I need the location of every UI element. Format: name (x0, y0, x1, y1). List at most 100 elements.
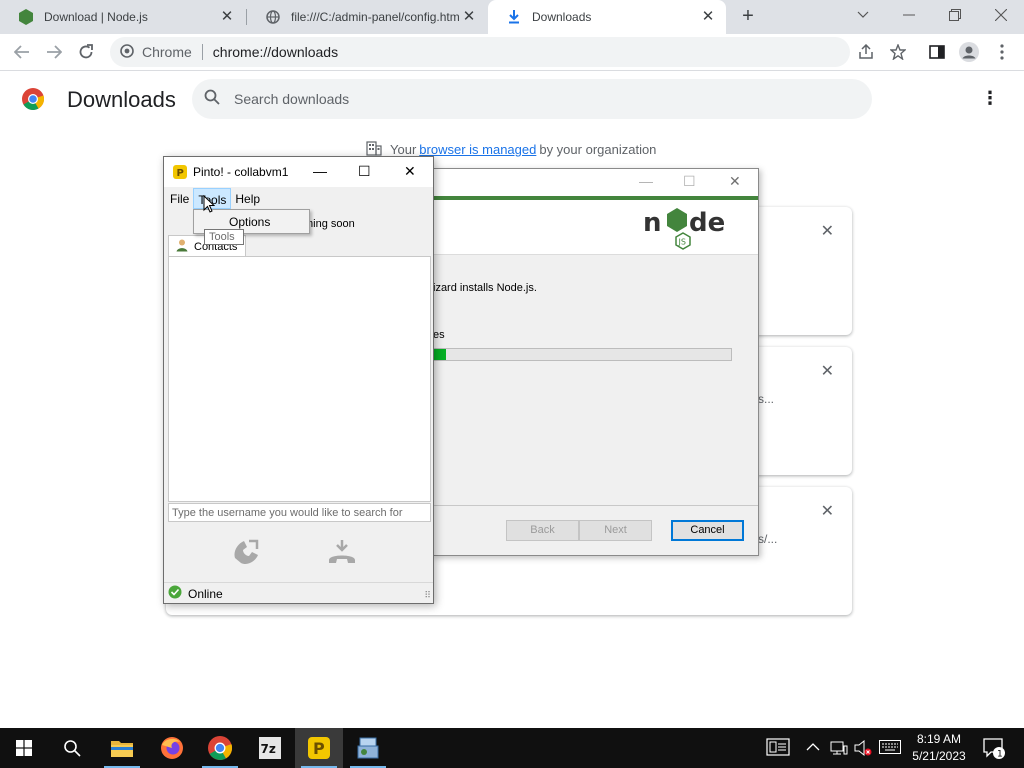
tab-search-icon[interactable] (840, 0, 886, 30)
svg-text:7z: 7z (261, 742, 276, 756)
close-icon[interactable]: ✕ (729, 173, 741, 190)
online-status-label: Online (188, 586, 223, 601)
volume-muted-icon[interactable] (854, 739, 872, 759)
touch-keyboard-icon[interactable] (879, 740, 901, 757)
minimize-button[interactable] (886, 0, 932, 30)
download-card-text: s/... (758, 532, 778, 546)
installer-divider (433, 505, 758, 506)
remove-download-icon[interactable]: ✕ (821, 501, 834, 521)
svg-text:JS: JS (678, 238, 686, 247)
nodejs-installer-window: — ☐ ✕ n de JS izard installs Node.js. es… (432, 168, 759, 556)
omnibox-chip: Chrome (142, 44, 192, 60)
close-icon[interactable]: ✕ (404, 163, 416, 180)
profile-avatar-icon[interactable] (957, 40, 981, 64)
installer-taskbar-icon[interactable] (344, 728, 392, 768)
globe-icon (265, 9, 281, 25)
page-title: Downloads (67, 87, 176, 112)
tab-config-file[interactable]: file:///C:/admin-panel/config.htm ✕ (247, 0, 487, 34)
download-card-text: s... (758, 392, 775, 406)
search-downloads-input[interactable] (234, 91, 834, 107)
svg-text:P: P (177, 168, 184, 179)
managed-suffix: by your organization (539, 142, 657, 157)
close-icon[interactable]: ✕ (461, 9, 477, 25)
share-icon[interactable] (854, 40, 878, 64)
maximize-icon[interactable]: ☐ (358, 163, 371, 180)
svg-text:de: de (689, 208, 725, 238)
nodejs-logo: n de JS (643, 203, 727, 258)
call-icon[interactable] (231, 537, 261, 567)
hangup-icon[interactable] (327, 537, 357, 567)
downloads-menu-icon[interactable]: ⋮ (980, 88, 1000, 110)
close-icon[interactable]: ✕ (700, 9, 716, 25)
close-window-button[interactable] (978, 0, 1024, 30)
installer-header: n de JS (433, 200, 758, 255)
svg-text:n: n (643, 208, 662, 238)
menu-help[interactable]: Help (231, 188, 264, 209)
reload-icon[interactable] (74, 40, 98, 64)
next-button[interactable]: Next (579, 520, 652, 541)
chrome-site-icon (120, 43, 134, 61)
minimize-icon[interactable]: — (313, 163, 327, 179)
cancel-button[interactable]: Cancel (671, 520, 744, 541)
download-icon (506, 9, 522, 25)
contacts-list[interactable] (168, 256, 431, 502)
tab-nodejs-download[interactable]: Download | Node.js ✕ (0, 0, 245, 34)
pinto-statusbar: Online (164, 582, 433, 604)
back-arrow-icon[interactable] (10, 40, 34, 64)
7zip-icon[interactable]: 7z (246, 728, 294, 768)
windows-start-icon[interactable] (0, 728, 48, 768)
search-icon[interactable] (48, 728, 96, 768)
forward-arrow-icon[interactable] (42, 40, 66, 64)
bookmark-star-icon[interactable] (886, 40, 910, 64)
maximize-icon[interactable]: ☐ (683, 173, 696, 190)
chrome-logo-icon (22, 88, 45, 110)
restore-button[interactable] (932, 0, 978, 30)
firefox-icon[interactable] (148, 728, 196, 768)
notification-center-icon[interactable]: 1 (982, 736, 1006, 763)
browser-menu-icon[interactable] (990, 40, 1014, 64)
omnibox-separator (201, 44, 203, 60)
installer-titlebar: — ☐ ✕ (433, 169, 758, 196)
pinto-title: Pinto! - collabvm1 (193, 165, 289, 179)
progress-fill (434, 349, 446, 360)
chrome-icon[interactable] (196, 728, 244, 768)
remove-download-icon[interactable]: ✕ (821, 361, 834, 381)
pinto-taskbar-icon[interactable]: P (295, 728, 343, 768)
windows-taskbar: 7z P 8:19 AM 5/21/2023 1 (0, 728, 1024, 768)
installer-status-text: es (433, 329, 445, 341)
browser-toolbar: Chrome chrome://downloads (0, 34, 1024, 71)
username-search-input[interactable] (168, 503, 431, 522)
tools-tooltip: Tools (204, 229, 244, 245)
omnibox[interactable]: Chrome chrome://downloads (110, 37, 850, 67)
contact-person-icon (175, 238, 189, 255)
search-downloads-box[interactable] (192, 79, 872, 119)
back-button[interactable]: Back (506, 520, 579, 541)
taskbar-clock[interactable]: 8:19 AM 5/21/2023 (904, 731, 974, 765)
tab-downloads[interactable]: Downloads ✕ (488, 0, 726, 34)
file-explorer-icon[interactable] (98, 728, 146, 768)
svg-text:P: P (313, 739, 325, 758)
new-tab-button[interactable]: + (738, 6, 758, 26)
omnibox-url[interactable]: chrome://downloads (213, 44, 338, 60)
menu-file[interactable]: File (166, 188, 193, 209)
minimize-icon[interactable]: — (639, 173, 653, 189)
tab-label: Downloads (532, 10, 592, 24)
tab-label: Download | Node.js (44, 10, 148, 24)
managed-link[interactable]: browser is managed (419, 142, 536, 157)
pinto-status-message: ming soon (304, 218, 355, 230)
installer-intro-text: izard installs Node.js. (433, 282, 537, 294)
remove-download-icon[interactable]: ✕ (821, 221, 834, 241)
close-icon[interactable]: ✕ (219, 9, 235, 25)
online-status-icon (168, 585, 182, 602)
menu-item-options[interactable]: Options (229, 215, 270, 229)
side-panel-icon[interactable] (925, 40, 949, 64)
tab-strip: Download | Node.js ✕ file:///C:/admin-pa… (0, 0, 1024, 34)
network-icon[interactable] (830, 740, 848, 759)
keyboard-layout-icon[interactable] (766, 738, 790, 759)
install-progress-bar (433, 348, 732, 361)
pinto-titlebar: P Pinto! - collabvm1 — ☐ ✕ (164, 157, 433, 187)
chevron-up-icon[interactable] (806, 740, 820, 755)
search-icon (204, 89, 220, 110)
resize-grip-icon[interactable]: ⠿ (424, 590, 431, 601)
clock-date: 5/21/2023 (912, 749, 966, 763)
